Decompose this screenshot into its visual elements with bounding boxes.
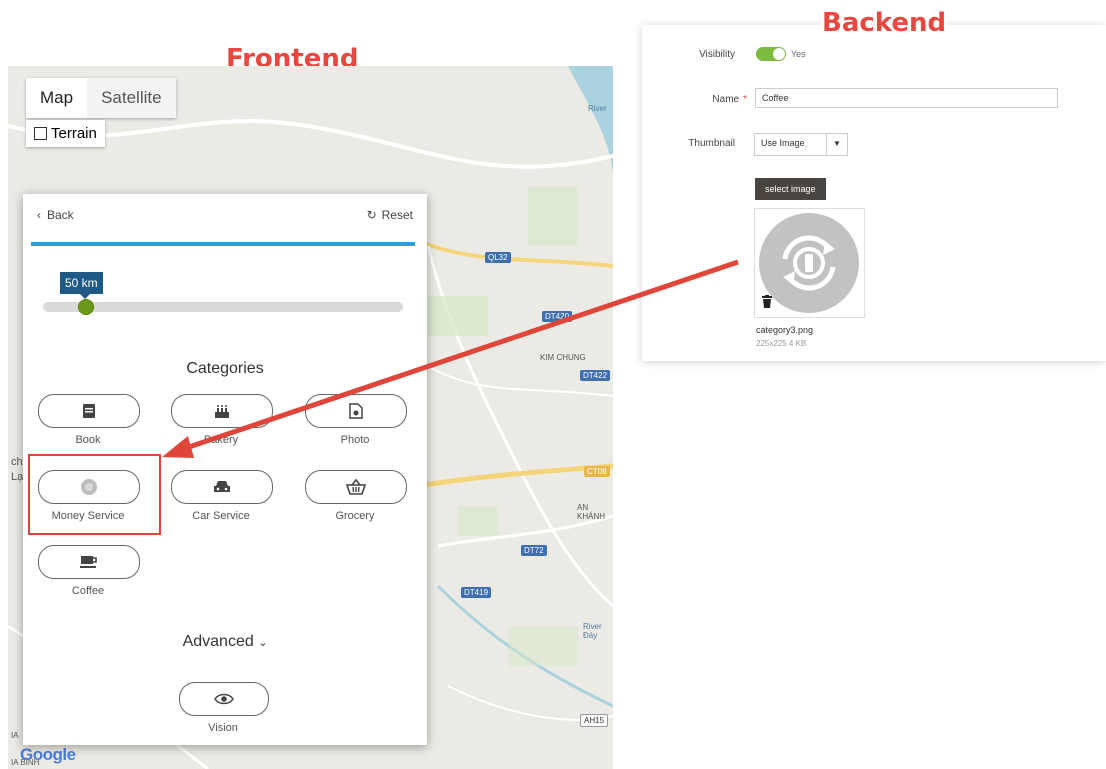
annotation-arrow [162, 259, 739, 458]
